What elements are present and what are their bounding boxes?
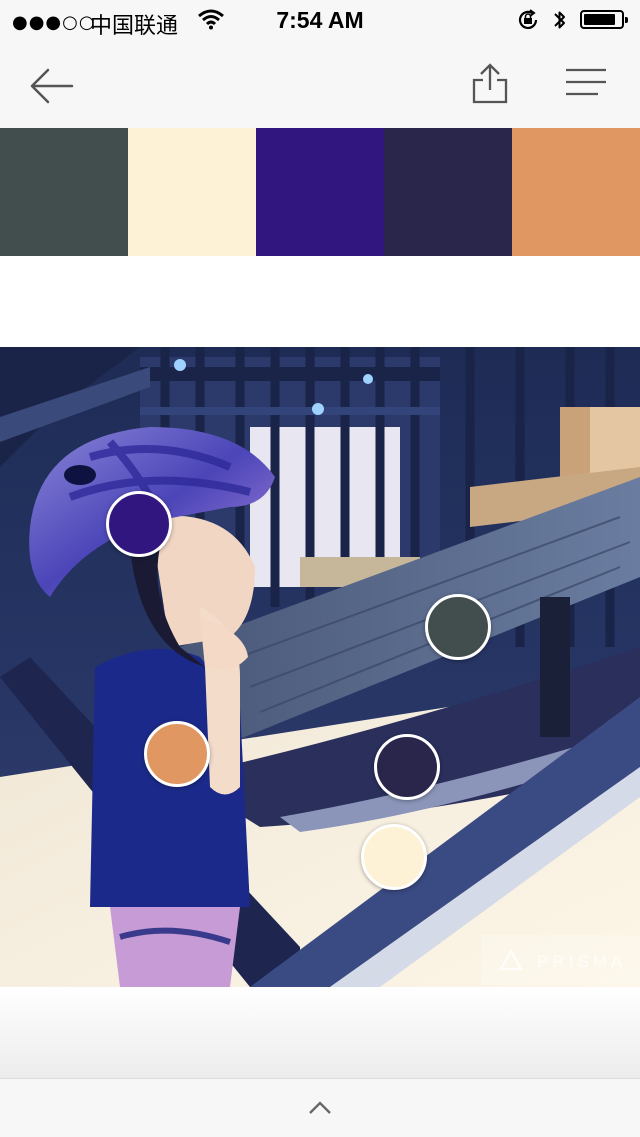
expand-button[interactable] xyxy=(302,1097,338,1119)
color-picker-5[interactable] xyxy=(144,721,210,787)
back-button[interactable] xyxy=(28,66,76,106)
stylized-photo xyxy=(0,347,640,987)
palette-swatch-1[interactable] xyxy=(0,128,128,256)
battery-level-fill xyxy=(584,14,615,25)
color-palette xyxy=(0,128,640,256)
photo-canvas: PRISMA xyxy=(0,347,640,987)
color-picker-3[interactable] xyxy=(106,491,172,557)
palette-swatch-4[interactable] xyxy=(384,128,512,256)
color-picker-4[interactable] xyxy=(374,734,440,800)
navigation-bar xyxy=(0,40,640,128)
menu-button[interactable] xyxy=(562,66,610,102)
palette-swatch-3[interactable] xyxy=(256,128,384,256)
prisma-watermark: PRISMA xyxy=(481,935,640,985)
palette-swatch-5[interactable] xyxy=(512,128,640,256)
share-icon xyxy=(472,63,508,104)
menu-icon xyxy=(566,68,606,96)
status-bar: ●●●○○ 中国联通 7:54 AM xyxy=(0,0,640,40)
bottom-bar xyxy=(0,1078,640,1137)
rotation-lock-icon xyxy=(516,9,540,36)
watermark-text: PRISMA xyxy=(537,952,627,971)
bluetooth-icon xyxy=(552,8,568,37)
color-picker-2[interactable] xyxy=(361,824,427,890)
back-arrow-icon xyxy=(30,68,74,104)
palette-swatch-2[interactable] xyxy=(128,128,256,256)
battery-icon xyxy=(580,10,628,29)
color-picker-1[interactable] xyxy=(425,594,491,660)
bottom-fade xyxy=(0,987,640,1078)
chevron-up-icon xyxy=(309,1101,331,1114)
prisma-triangle-icon xyxy=(499,948,523,976)
battery-terminal xyxy=(625,17,628,23)
clock-time: 7:54 AM xyxy=(276,7,364,33)
share-button[interactable] xyxy=(470,62,510,106)
